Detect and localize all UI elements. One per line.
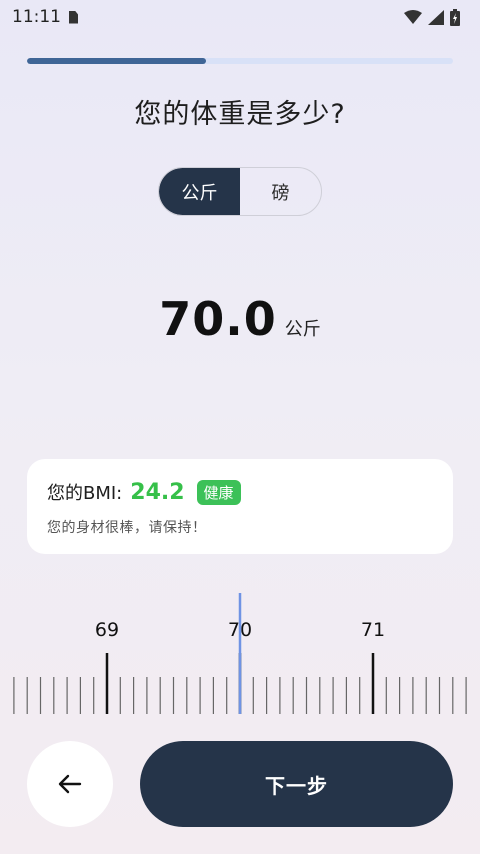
status-bar: 11:11 [0, 0, 480, 34]
status-right [404, 8, 460, 26]
signal-icon [428, 9, 444, 25]
battery-icon [450, 8, 460, 26]
bmi-message: 您的身材很棒，请保持！ [47, 520, 207, 536]
arrow-left-icon [58, 774, 82, 794]
weight-display: 70.0 公斤 [0, 292, 480, 346]
unit-option-lb[interactable]: 磅 [240, 168, 321, 215]
wifi-icon [404, 9, 422, 24]
status-time: 11:11 [12, 7, 61, 27]
next-button[interactable]: 下一步 [140, 741, 453, 827]
unit-option-kg[interactable]: 公斤 [159, 168, 240, 215]
weight-value: 70.0 [159, 292, 277, 346]
ruler-major-label: 69 [95, 619, 119, 641]
back-button[interactable] [27, 741, 113, 827]
progress-fill [27, 58, 206, 64]
status-left: 11:11 [12, 7, 78, 27]
onboarding-progress [27, 58, 453, 64]
ruler-major-label: 71 [361, 619, 385, 641]
bmi-card: 您的BMI: 24.2 健康 您的身材很棒，请保持！ [27, 459, 453, 554]
weight-ruler[interactable]: 69 70 71 [0, 590, 480, 720]
bmi-label: 您的BMI: [47, 483, 123, 504]
bmi-row: 您的BMI: 24.2 健康 [47, 479, 433, 505]
ruler-scale[interactable]: 69 70 71 [0, 590, 480, 720]
page-title: 您的体重是多少? [134, 99, 346, 130]
unit-toggle: 公斤 磅 [158, 167, 322, 216]
sim-card-icon [69, 10, 78, 24]
bmi-status-badge: 健康 [196, 479, 241, 505]
weight-unit: 公斤 [284, 319, 321, 340]
bmi-value: 24.2 [130, 479, 185, 505]
